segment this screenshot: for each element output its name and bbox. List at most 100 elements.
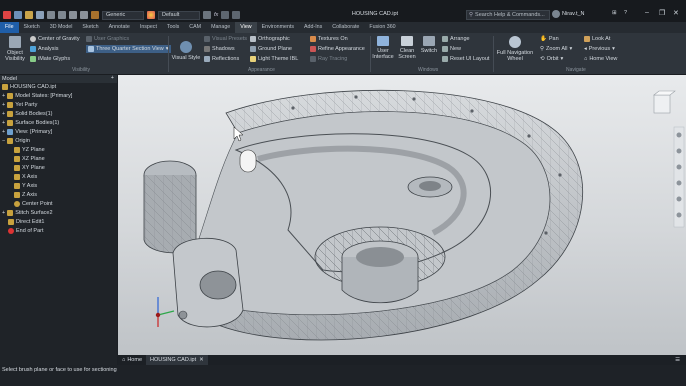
tab-inspect[interactable]: Inspect — [135, 22, 162, 33]
clear-appearance-icon[interactable] — [203, 11, 211, 19]
tree-item-z-axis[interactable]: Z Axis — [14, 192, 37, 198]
tree-item-yz-plane[interactable]: YZ Plane — [14, 147, 45, 153]
orbit-button[interactable]: ⟲ Orbit ▾ — [540, 56, 563, 62]
tree-item-part[interactable]: HOUSING CAD.ipt — [2, 84, 56, 90]
visual-presets-button[interactable]: Visual Presets — [204, 36, 247, 42]
appearance-combo[interactable]: Default — [158, 10, 200, 20]
collapse-icon[interactable]: − — [2, 138, 5, 144]
user-interface-button[interactable]: User Interface — [372, 36, 394, 60]
tree-item-y-axis[interactable]: Y Axis — [14, 183, 37, 189]
tab-3d-model[interactable]: 3D Model — [45, 22, 78, 33]
shadows-button[interactable]: Shadows — [204, 46, 235, 52]
arrange-button[interactable]: Arrange — [442, 36, 470, 42]
tab-sketch[interactable]: Sketch — [77, 22, 103, 33]
material-combo[interactable]: Generic — [102, 10, 144, 20]
tab-menu-icon[interactable]: ☰ — [675, 357, 680, 363]
section-view-button[interactable]: Three Quarter Section View▾ — [86, 45, 171, 53]
tree-item-end-of-part[interactable]: End of Part — [8, 228, 44, 234]
refine-appearance-button[interactable]: Refine Appearance — [310, 46, 365, 52]
restore-icon[interactable]: ❐ — [659, 9, 665, 17]
parameters-icon[interactable]: fx — [214, 12, 218, 18]
new-window-button[interactable]: New — [442, 46, 461, 52]
look-at-button[interactable]: Look At — [584, 36, 610, 42]
tree-item-model-states[interactable]: + Model States: [Primary] — [2, 93, 72, 99]
home-tab[interactable]: ⌂ Home — [118, 355, 146, 365]
ground-plane-button[interactable]: Ground Plane — [250, 46, 292, 52]
minimize-icon[interactable]: – — [645, 9, 649, 16]
tab-sketch-1[interactable]: Sketch — [19, 22, 45, 33]
tab-fusion-360[interactable]: Fusion 360 — [364, 22, 400, 33]
expand-icon[interactable]: + — [2, 129, 5, 135]
view-cube[interactable] — [653, 90, 676, 114]
switch-button[interactable]: Switch — [419, 36, 439, 54]
tab-file[interactable]: File — [0, 22, 19, 33]
center-of-gravity-button[interactable]: Center of Gravity — [30, 36, 80, 42]
expand-icon[interactable]: + — [2, 102, 5, 108]
tree-item-solid-bodies[interactable]: + Solid Bodies(1) — [2, 111, 53, 117]
expand-icon[interactable]: + — [2, 210, 5, 216]
graphics-window[interactable] — [118, 75, 686, 355]
housing-part-model[interactable] — [118, 75, 686, 355]
ray-tracing-button[interactable]: Ray Tracing — [310, 56, 347, 62]
close-icon[interactable]: ✕ — [673, 9, 679, 17]
object-visibility-button[interactable]: Object Visibility — [4, 36, 26, 62]
help-icon[interactable]: ? — [624, 10, 627, 16]
home-view-button[interactable]: ⌂ Home View — [584, 56, 617, 62]
open-icon[interactable] — [25, 11, 33, 19]
tab-tools[interactable]: Tools — [162, 22, 184, 33]
analysis-button[interactable]: Analysis — [30, 46, 58, 52]
cart-icon[interactable]: ⊞ — [612, 10, 617, 16]
full-navigation-wheel-button[interactable]: Full Navigation Wheel — [496, 36, 534, 62]
app-menu-icon[interactable] — [3, 11, 11, 19]
reset-ui-layout-button[interactable]: Reset UI Layout — [442, 56, 489, 62]
textures-on-button[interactable]: Textures On — [310, 36, 348, 42]
search-box[interactable]: ⚲ Search Help & Commands... — [466, 10, 550, 20]
direct-edit-icon — [8, 219, 14, 225]
add-tab-icon[interactable]: + — [111, 75, 114, 81]
tab-manage[interactable]: Manage — [206, 22, 235, 33]
document-tab-active[interactable]: HOUSING CAD.ipt ✕ — [146, 355, 208, 365]
expand-icon[interactable]: + — [2, 120, 5, 126]
customize-icon[interactable] — [232, 11, 241, 19]
save-icon[interactable] — [36, 11, 44, 19]
new-icon[interactable] — [14, 11, 22, 19]
update-icon[interactable] — [221, 11, 230, 19]
tab-collaborate[interactable]: Collaborate — [327, 22, 364, 33]
reflections-button[interactable]: Reflections — [204, 56, 239, 62]
expand-icon[interactable]: + — [2, 93, 5, 99]
expand-icon[interactable]: + — [2, 111, 5, 117]
tab-cam[interactable]: CAM — [184, 22, 206, 33]
visual-style-button[interactable]: Visual Style — [171, 41, 201, 61]
previous-view-button[interactable]: ◂ Previous ▾ — [584, 46, 615, 52]
orthographic-button[interactable]: Orthographic — [250, 36, 290, 42]
tree-item-origin[interactable]: − Origin — [2, 138, 30, 144]
user-account[interactable]: Nirav.t_N — [552, 10, 585, 18]
chevron-down-icon: ▾ — [560, 56, 564, 62]
tab-annotate[interactable]: Annotate — [104, 22, 135, 33]
close-tab-icon[interactable]: ✕ — [199, 357, 204, 363]
tree-item-yet-party[interactable]: + Yet Party — [2, 102, 37, 108]
undo-icon[interactable] — [47, 11, 55, 19]
navigation-bar[interactable] — [673, 126, 685, 228]
tab-view[interactable]: View — [235, 22, 257, 33]
light-theme-button[interactable]: Light Theme IBL — [250, 56, 298, 62]
clean-screen-button[interactable]: Clean Screen — [396, 36, 418, 60]
tree-item-x-axis[interactable]: X Axis — [14, 174, 37, 180]
tree-item-stitch-surface[interactable]: + Stitch Surface2 — [2, 210, 53, 216]
tree-item-surface-bodies[interactable]: + Surface Bodies(1) — [2, 120, 59, 126]
imate-glyphs-button[interactable]: iMate Glyphs — [30, 56, 70, 62]
user-graphics-button[interactable]: User Graphics — [86, 36, 129, 42]
home-icon[interactable] — [69, 11, 77, 19]
zoom-all-button[interactable]: ⚲ Zoom All ▾ — [540, 46, 572, 52]
tree-item-view[interactable]: + View: [Primary] — [2, 129, 52, 135]
pan-button[interactable]: ✋ Pan — [540, 36, 559, 42]
tab-environments[interactable]: Environments — [257, 22, 299, 33]
tree-item-direct-edit[interactable]: Direct Edit1 — [8, 219, 44, 225]
select-icon[interactable] — [80, 11, 88, 19]
tree-item-xy-plane[interactable]: XY Plane — [14, 165, 45, 171]
tree-item-xz-plane[interactable]: XZ Plane — [14, 156, 45, 162]
appearance-icon — [147, 11, 155, 19]
tree-item-center-point[interactable]: Center Point — [14, 201, 53, 207]
tab-add-ins[interactable]: Add-Ins — [299, 22, 327, 33]
redo-icon[interactable] — [58, 11, 66, 19]
